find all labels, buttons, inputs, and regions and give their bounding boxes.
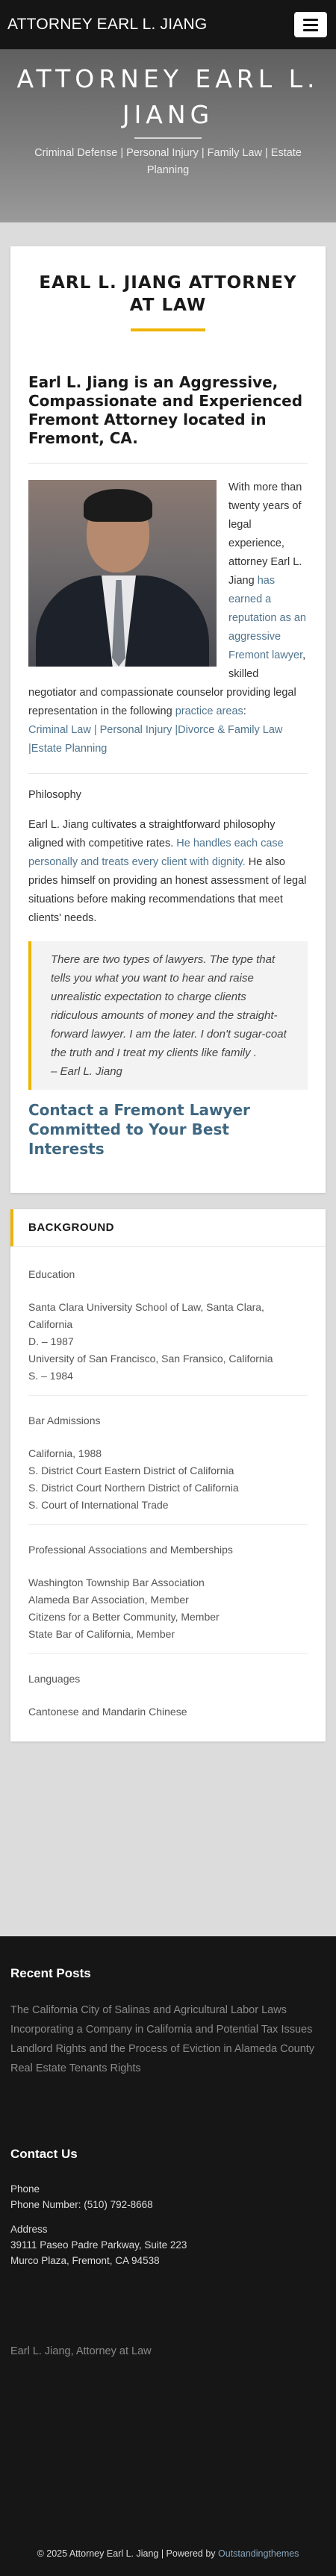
list-item: S. – 1984	[28, 1370, 73, 1382]
hero-banner: ATTORNEY EARL L. JIANG Criminal Defense …	[0, 49, 336, 222]
phone-label: Phone	[10, 2183, 40, 2195]
background-heading: BACKGROUND	[10, 1209, 326, 1247]
site-footer: Recent Posts The California City of Sali…	[0, 1936, 336, 2576]
quote-text: There are two types of lawyers. The type…	[51, 953, 287, 1059]
intro-heading: Earl L. Jiang is an Aggressive, Compassi…	[28, 373, 303, 447]
list-item: D. – 1987	[28, 1335, 74, 1347]
recent-post-link[interactable]: Landlord Rights and the Process of Evict…	[10, 2039, 332, 2059]
memberships-label: Professional Associations and Membership…	[28, 1544, 233, 1556]
recent-post-link[interactable]: Real Estate Tenants Rights	[10, 2059, 332, 2078]
list-item: S. District Court Eastern District of Ca…	[28, 1465, 234, 1476]
hamburger-icon	[303, 18, 318, 21]
recent-posts-title: Recent Posts	[10, 1966, 91, 1980]
list-item: California, 1988	[28, 1447, 102, 1459]
practice-link-family-law[interactable]: Divorce & Family Law	[178, 724, 282, 736]
divider	[28, 1395, 308, 1396]
bar-admissions-label: Bar Admissions	[28, 1415, 101, 1426]
attorney-photo	[28, 480, 217, 667]
hamburger-icon	[303, 23, 318, 26]
fremont-lawyer-link[interactable]: has earned a reputation as an aggressive…	[228, 575, 306, 661]
philosophy-label: Philosophy	[28, 789, 81, 801]
copyright-text: © 2025 Attorney Earl L. Jiang | Powered …	[37, 2548, 219, 2559]
languages-value: Cantonese and Mandarin Chinese	[28, 1706, 187, 1718]
recent-posts-widget: Recent Posts The California City of Sali…	[10, 1966, 332, 2078]
hero-title: ATTORNEY EARL L. JIANG	[16, 64, 320, 129]
background-card: BACKGROUND Education Santa Clara Univers…	[10, 1209, 326, 1741]
hero-divider	[134, 137, 202, 139]
list-item: Washington Township Bar Association	[28, 1577, 205, 1588]
address-label: Address	[10, 2224, 48, 2235]
main-content-card: EARL L. JIANG ATTORNEY AT LAW Earl L. Ji…	[10, 246, 326, 1193]
practice-link-criminal-law[interactable]: Criminal Law	[28, 724, 91, 736]
list-item: University of San Francisco, San Fransic…	[28, 1353, 273, 1365]
hamburger-icon	[303, 28, 318, 31]
bar-admissions-list: California, 1988 S. District Court Easte…	[28, 1445, 308, 1514]
attorney-quote: There are two types of lawyers. The type…	[28, 941, 308, 1090]
recent-post-link[interactable]: The California City of Salinas and Agric…	[10, 2000, 332, 2020]
memberships-list: Washington Township Bar Association Alam…	[28, 1574, 308, 1643]
list-item: S. Court of International Trade	[28, 1499, 169, 1511]
page-title: EARL L. JIANG ATTORNEY AT LAW	[39, 273, 297, 315]
contact-title: Contact Us	[10, 2147, 78, 2161]
hero-subtitle: Criminal Defense | Personal Injury | Fam…	[34, 147, 302, 176]
quote-author: – Earl L. Jiang	[51, 1065, 122, 1078]
list-item: Citizens for a Better Community, Member	[28, 1611, 220, 1623]
menu-toggle-button[interactable]	[294, 12, 327, 37]
address-line: 39111 Paseo Padre Parkway, Suite 223	[10, 2239, 187, 2251]
practice-link-estate-planning[interactable]: Estate Planning	[31, 743, 108, 755]
divider	[28, 1524, 308, 1525]
recent-post-link[interactable]: Incorporating a Company in California an…	[10, 2020, 332, 2039]
languages-label: Languages	[28, 1673, 81, 1685]
list-item: Santa Clara University School of Law, Sa…	[28, 1301, 264, 1330]
practice-areas-link[interactable]: practice areas	[175, 705, 243, 717]
site-brand-link[interactable]: ATTORNEY EARL L. JIANG	[7, 16, 207, 34]
divider	[28, 463, 308, 464]
address-line: Murco Plaza, Fremont, CA 94538	[10, 2255, 160, 2266]
copyright-bar: © 2025 Attorney Earl L. Jiang | Powered …	[0, 2548, 336, 2559]
footer-site-name-link[interactable]: Earl L. Jiang, Attorney at Law	[10, 2345, 152, 2357]
top-navbar: ATTORNEY EARL L. JIANG	[0, 0, 336, 49]
theme-credit-link[interactable]: Outstandingthemes	[218, 2548, 299, 2559]
list-item: State Bar of California, Member	[28, 1628, 175, 1640]
education-label: Education	[28, 1268, 75, 1280]
practice-link-personal-injury[interactable]: Personal Injury	[100, 724, 172, 736]
list-item: Alameda Bar Association, Member	[28, 1594, 189, 1606]
philosophy-paragraph: Earl L. Jiang cultivates a straightforwa…	[28, 819, 307, 924]
divider	[28, 1653, 308, 1654]
list-item: S. District Court Northern District of C…	[28, 1482, 239, 1494]
divider	[28, 773, 308, 774]
education-list: Santa Clara University School of Law, Sa…	[28, 1299, 308, 1385]
contact-cta-heading: Contact a Fremont Lawyer Committed to Yo…	[28, 1101, 250, 1158]
title-underline	[131, 328, 205, 331]
contact-widget: Contact Us Phone Phone Number: (510) 792…	[10, 2147, 187, 2268]
phone-number: Phone Number: (510) 792-8668	[10, 2199, 153, 2210]
